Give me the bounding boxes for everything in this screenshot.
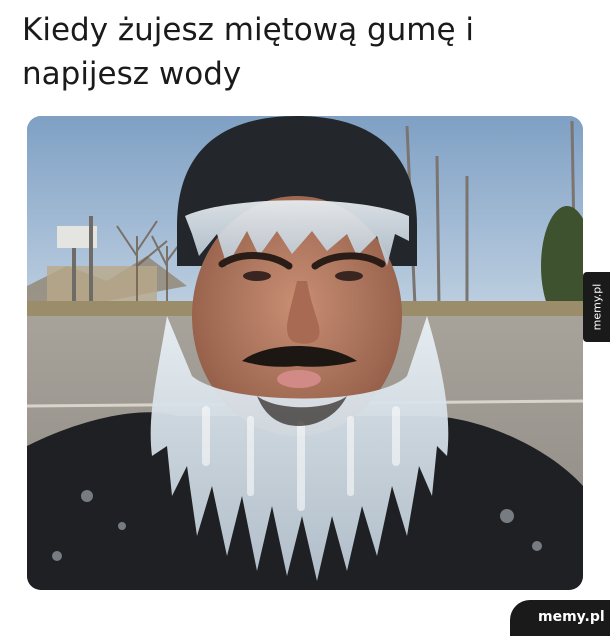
- frozen-man-illustration: [27, 116, 583, 590]
- caption-line-1: Kiedy żujesz miętową gumę i: [22, 12, 475, 48]
- corner-watermark-badge: memy.pl: [510, 600, 610, 636]
- caption-line-2: napijesz wody: [22, 56, 242, 92]
- side-watermark-tab: memy.pl: [583, 272, 610, 342]
- meme-photo: [27, 116, 583, 590]
- corner-watermark-text: memy.pl: [538, 609, 605, 625]
- meme-caption: Kiedy żujesz miętową gumę i napijesz wod…: [22, 8, 582, 96]
- side-watermark-text: memy.pl: [590, 283, 603, 331]
